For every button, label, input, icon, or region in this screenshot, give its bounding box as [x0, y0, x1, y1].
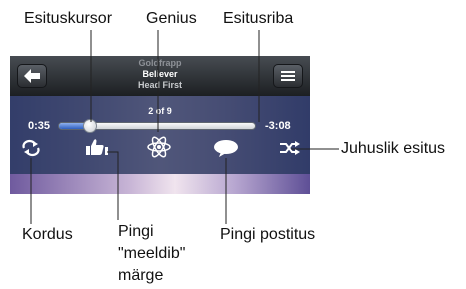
artist-name: Goldfrapp	[138, 58, 182, 68]
scrub-bar[interactable]	[58, 119, 256, 133]
speech-bubble-icon	[214, 140, 238, 157]
elapsed-time: 0:35	[28, 120, 51, 132]
scrubber-callout-label: Esituskursor	[24, 10, 113, 27]
album-artwork-lower	[10, 174, 310, 194]
track-list-button[interactable]	[273, 64, 303, 88]
genius-callout-label: Genius	[146, 10, 197, 27]
ping-post-callout-label: Pingi postitus	[220, 226, 316, 243]
now-playing-screen: Goldfrapp Believer Head First 2 of 9 0:3…	[10, 56, 310, 194]
ping-like-callout-label: Pingi "meeldib" märge	[118, 221, 185, 287]
ping-like-button[interactable]	[83, 137, 109, 157]
repeat-button[interactable]	[20, 138, 42, 158]
genius-button[interactable]	[146, 135, 172, 159]
shuffle-button[interactable]	[278, 140, 302, 156]
repeat-callout-label: Kordus	[22, 226, 73, 243]
track-counter: 2 of 9	[148, 106, 172, 116]
scrub-bar-callout-label: Esitusriba	[223, 10, 294, 27]
ping-like-line-2: "meeldib"	[118, 245, 186, 262]
ping-like-line-1: Pingi	[118, 223, 154, 240]
remaining-time: -3:08	[265, 120, 291, 132]
track-list-icon	[281, 71, 295, 81]
shuffle-callout-label: Juhuslik esitus	[341, 140, 446, 157]
ping-post-button[interactable]	[212, 138, 240, 158]
album-name: Head First	[137, 80, 182, 90]
repeat-icon	[22, 139, 40, 157]
genius-atom-icon	[147, 136, 171, 158]
song-title: Believer	[142, 69, 178, 79]
now-playing-header: Goldfrapp Believer Head First	[10, 56, 310, 96]
shuffle-icon	[280, 141, 300, 155]
song-info: Goldfrapp Believer Head First	[70, 58, 250, 91]
back-button[interactable]	[17, 64, 47, 88]
back-arrow-icon	[24, 69, 40, 83]
thumbs-up-icon	[86, 139, 108, 155]
ping-like-line-3: märge	[118, 267, 164, 284]
